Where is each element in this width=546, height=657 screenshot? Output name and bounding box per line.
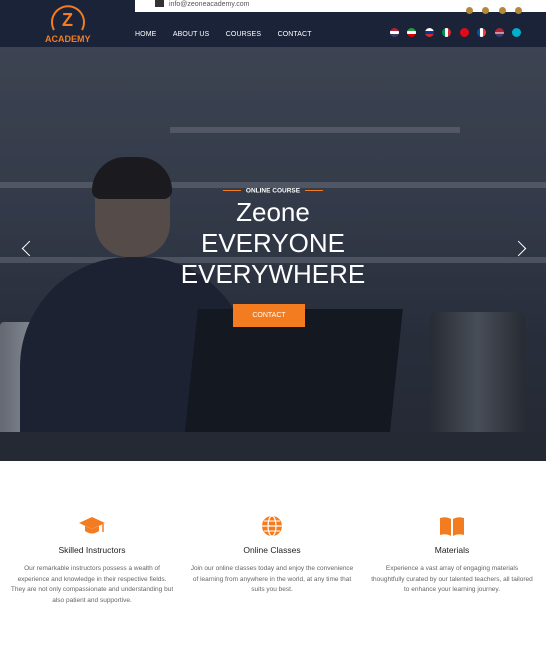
feature-title: Materials (434, 545, 470, 555)
instagram-icon[interactable] (482, 7, 490, 14)
feature-text: Experience a vast array of engaging mate… (371, 565, 533, 593)
hero-title-line: Zeone (236, 197, 310, 227)
feature-title: Online Classes (243, 545, 301, 555)
nav-courses[interactable]: COURSES (226, 31, 261, 38)
whatsapp-icon[interactable] (465, 7, 473, 14)
logo-mark: Z (62, 10, 73, 30)
envelope-icon (155, 0, 164, 7)
main-nav: HOME ABOUT US COURSES CONTACT (135, 23, 324, 41)
feature-text: Our remarkable instructors possess a wea… (10, 565, 174, 604)
email-text[interactable]: info@zeoneacademy.com (169, 1, 250, 8)
top-bar: info@zeoneacademy.com (135, 0, 546, 14)
email-contact[interactable]: info@zeoneacademy.com (155, 0, 250, 10)
hero-title-line: EVERYWHERE (180, 259, 366, 289)
feature-materials: Materials Experience a vast array of eng… (370, 515, 534, 596)
contact-button[interactable]: CONTACT (233, 304, 305, 327)
telegram-icon[interactable] (498, 7, 506, 14)
kicker-line (305, 190, 324, 192)
hero-title-line: EVERYONE (200, 228, 345, 258)
nav-home[interactable]: HOME (135, 31, 156, 38)
flag-kz-icon[interactable] (512, 28, 522, 38)
language-selector (390, 24, 525, 42)
feature-skilled-instructors: Skilled Instructors Our remarkable instr… (10, 515, 174, 606)
kicker-line (222, 190, 241, 192)
flag-fa-icon[interactable] (407, 28, 417, 38)
feature-title: Skilled Instructors (58, 545, 126, 555)
feature-text: Join our online classes today and enjoy … (190, 565, 354, 593)
nav-contact[interactable]: CONTACT (278, 31, 312, 38)
hero-title: Zeone EVERYONE EVERYWHERE (0, 197, 546, 290)
flag-us-icon[interactable] (494, 28, 504, 38)
nav-about-us[interactable]: ABOUT US (173, 31, 209, 38)
globe-icon (262, 515, 282, 537)
flag-ru-icon[interactable] (424, 28, 434, 38)
site-header: Z ACADEMY info@zeoneacademy.com HOME ABO… (0, 0, 546, 47)
social-links (461, 1, 522, 14)
zeone-academy-logo[interactable]: Z ACADEMY (39, 0, 97, 46)
flag-fr-icon[interactable] (477, 28, 487, 38)
flag-tr-icon[interactable] (459, 28, 469, 38)
hero-slider: ONLINE COURSE Zeone EVERYONE EVERYWHERE … (0, 47, 546, 461)
logo-text: ACADEMY (45, 34, 91, 44)
book-icon (440, 517, 464, 536)
flag-en-icon[interactable] (390, 28, 399, 38)
feature-online-classes: Online Classes Join our online classes t… (190, 515, 354, 596)
flag-it-icon[interactable] (442, 28, 452, 38)
kicker-text: ONLINE COURSE (245, 187, 301, 195)
graduation-cap-icon (79, 517, 105, 534)
linkedin-icon[interactable] (515, 7, 522, 14)
